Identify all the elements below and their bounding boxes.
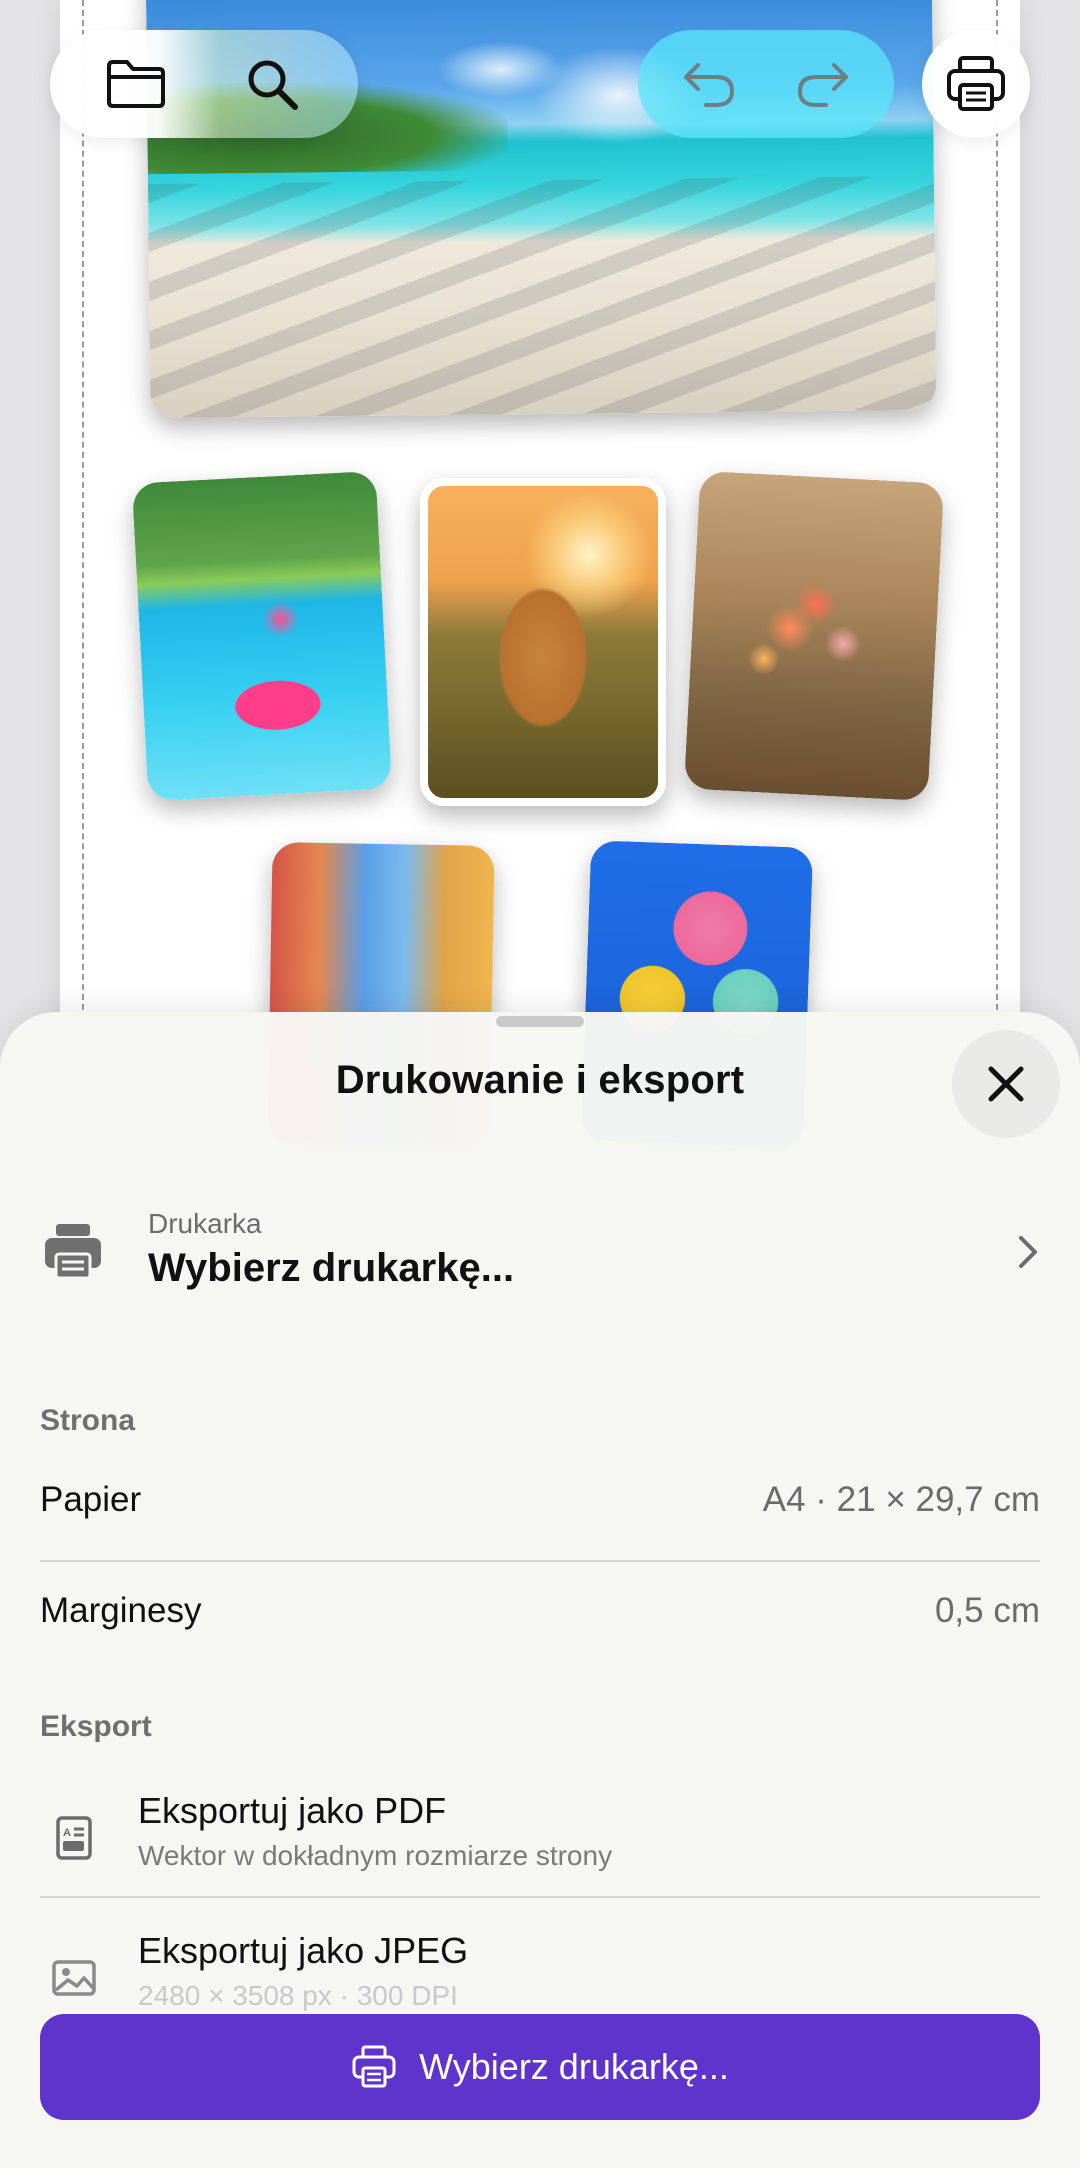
paper-label: Papier — [40, 1480, 142, 1519]
search-button[interactable] — [234, 46, 310, 122]
printer-icon — [947, 56, 1005, 111]
undo-icon — [684, 63, 735, 107]
printer-icon — [45, 1224, 101, 1280]
close-button[interactable] — [952, 1030, 1060, 1138]
export-jpeg-title: Eksportuj jako JPEG — [138, 1930, 469, 1971]
print-toolbar-button[interactable] — [922, 30, 1030, 138]
printer-select-row[interactable]: Drukarka Wybierz drukarkę... — [0, 1196, 1080, 1306]
redo-icon — [797, 63, 848, 107]
printer-value: Wybierz drukarkę... — [148, 1246, 515, 1290]
margins-value: 0,5 cm — [934, 1591, 1040, 1630]
photo-flamingo-pool[interactable] — [131, 470, 393, 802]
printer-caption: Drukarka — [148, 1208, 262, 1239]
toolbar-history-group — [638, 30, 894, 138]
image-icon — [52, 1960, 96, 1996]
printer-icon — [352, 2045, 396, 2088]
search-icon — [248, 60, 298, 110]
redo-button[interactable] — [785, 46, 861, 122]
open-folder-button[interactable] — [98, 46, 174, 122]
svg-text:A: A — [63, 1827, 71, 1839]
toolbar-left-group — [50, 30, 358, 138]
divider — [40, 1560, 1040, 1562]
margins-label: Marginesy — [40, 1591, 202, 1630]
section-heading-page: Strona — [40, 1404, 136, 1437]
export-pdf-subtitle: Wektor w dokładnym rozmiarze strony — [138, 1840, 613, 1871]
sheet-grabber[interactable] — [496, 1016, 584, 1027]
photo-golden-retriever[interactable] — [420, 478, 666, 806]
export-pdf-row[interactable]: A Eksportuj jako PDF Wektor w dokładnym … — [40, 1784, 1040, 1894]
undo-button[interactable] — [671, 46, 747, 122]
folder-icon — [107, 60, 165, 108]
choose-printer-button[interactable]: Wybierz drukarkę... — [40, 2014, 1040, 2120]
chevron-right-icon — [1019, 1236, 1037, 1268]
export-pdf-title: Eksportuj jako PDF — [138, 1790, 447, 1831]
sheet-title: Drukowanie i eksport — [335, 1058, 745, 1102]
choose-printer-label: Wybierz drukarkę... — [419, 2046, 729, 2087]
paper-row[interactable]: Papier A4 · 21 × 29,7 cm — [40, 1456, 1040, 1556]
close-icon — [988, 1066, 1024, 1102]
margins-row[interactable]: Marginesy 0,5 cm — [40, 1567, 1040, 1667]
pdf-document-icon: A — [56, 1816, 92, 1860]
divider — [40, 1896, 1040, 1898]
section-heading-export: Eksport — [40, 1710, 152, 1743]
photo-flower-bouquet[interactable] — [683, 470, 945, 802]
export-jpeg-subtitle: 2480 × 3508 px · 300 DPI — [138, 1980, 458, 2011]
paper-value: A4 · 21 × 29,7 cm — [762, 1480, 1040, 1519]
